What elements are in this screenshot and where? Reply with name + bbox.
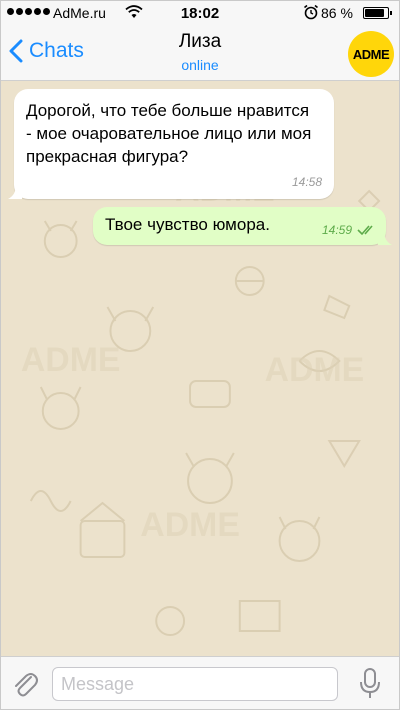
outgoing-message-bubble[interactable]: Твое чувство юмора. 14:59 xyxy=(93,207,392,245)
chat-header: Chats Лиза online ADME xyxy=(1,25,399,81)
double-check-icon xyxy=(357,225,373,236)
message-composer xyxy=(1,656,399,709)
battery-percentage: 86 % xyxy=(321,5,353,21)
message-list[interactable]: ADME ADME ADME ADME Дорогой, что тебе бо… xyxy=(1,81,399,656)
status-bar: AdMe.ru 18:02 86 % xyxy=(1,1,399,25)
battery-icon xyxy=(363,7,392,19)
contact-status: online xyxy=(181,57,219,73)
message-input[interactable] xyxy=(52,667,338,701)
message-time: 14:59 xyxy=(321,223,352,237)
bubble-tail xyxy=(8,185,22,199)
incoming-message-bubble[interactable]: Дорогой, что тебе больше нравится - мое … xyxy=(8,89,334,199)
avatar[interactable]: ADME xyxy=(348,31,394,77)
svg-text:ADME: ADME xyxy=(140,506,240,544)
paperclip-icon[interactable] xyxy=(11,669,39,699)
microphone-icon[interactable] xyxy=(359,668,381,700)
message-time: 14:58 xyxy=(291,175,322,189)
bubble-tail xyxy=(378,231,392,245)
message-text: Дорогой, что тебе больше нравится - мое … xyxy=(26,101,312,166)
svg-text:ADME: ADME xyxy=(265,351,365,389)
phone-screen: AdMe.ru 18:02 86 % Chats Лиза online ADM… xyxy=(0,0,400,710)
svg-text:ADME: ADME xyxy=(21,341,121,379)
alarm-clock-icon xyxy=(304,4,318,20)
contact-name[interactable]: Лиза xyxy=(1,31,399,53)
